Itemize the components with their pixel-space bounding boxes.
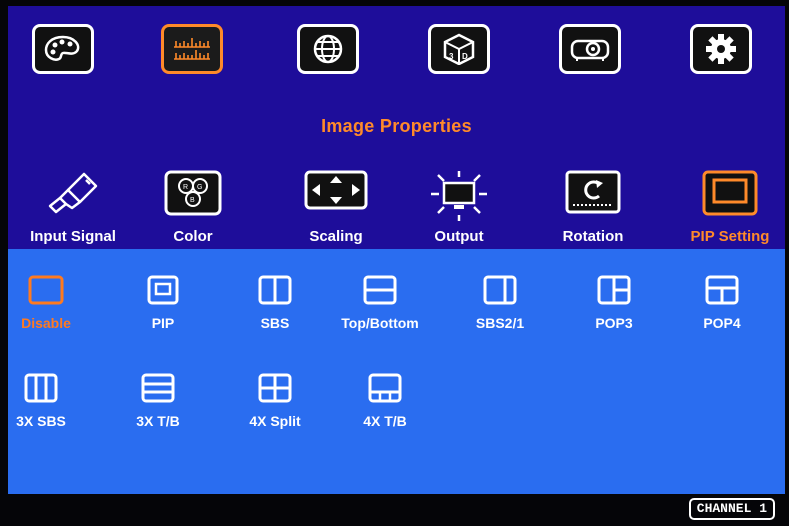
layout-disable-icon xyxy=(28,275,64,310)
layout-top-bottom-icon xyxy=(363,275,397,310)
rgb-circles-icon: R G B xyxy=(164,170,222,221)
option-pip[interactable]: PIP xyxy=(108,275,218,345)
globe-icon[interactable] xyxy=(297,24,359,74)
svg-text:G: G xyxy=(197,184,202,191)
category-scaling[interactable]: Scaling xyxy=(281,166,391,246)
option-pop4[interactable]: POP4 xyxy=(667,275,777,345)
scaling-arrows-icon xyxy=(304,170,368,215)
option-label: 4X Split xyxy=(249,413,301,429)
rotation-icon xyxy=(565,170,621,219)
option-label: Disable xyxy=(21,315,71,331)
category-label: Rotation xyxy=(562,228,624,245)
cube-3d-icon[interactable]: 3 D xyxy=(428,24,490,74)
layout-sbs-icon xyxy=(258,275,292,310)
layout-3x-sbs-icon xyxy=(24,373,58,408)
channel-indicator: CHANNEL 1 xyxy=(688,498,775,520)
layout-3x-tb-icon xyxy=(141,373,175,408)
option-disable[interactable]: Disable xyxy=(8,275,101,345)
option-label: PIP xyxy=(151,315,175,331)
option-label: POP4 xyxy=(703,315,741,331)
option-4x-tb[interactable]: 4X T/B xyxy=(330,373,440,443)
image-adjust-icon[interactable] xyxy=(161,24,223,74)
pip-options-panel: Disable PIP SBS Top/Bottom SBS2/1 POP3 P… xyxy=(8,249,785,494)
svg-text:3: 3 xyxy=(449,52,454,61)
category-input-signal[interactable]: Input Signal xyxy=(18,166,128,246)
option-3x-sbs[interactable]: 3X SBS xyxy=(8,373,96,443)
option-label: SBS2/1 xyxy=(475,315,525,331)
category-label: Scaling xyxy=(309,228,363,245)
option-label: POP3 xyxy=(595,315,633,331)
option-3x-tb[interactable]: 3X T/B xyxy=(103,373,213,443)
category-label: Input Signal xyxy=(30,228,116,245)
category-rotation[interactable]: Rotation xyxy=(538,166,648,246)
option-sbs21[interactable]: SBS2/1 xyxy=(445,275,555,345)
svg-text:B: B xyxy=(190,197,195,204)
category-label: Output xyxy=(434,228,484,245)
category-color[interactable]: R G B Color xyxy=(138,166,248,246)
svg-text:D: D xyxy=(462,52,468,61)
option-label: SBS xyxy=(260,315,290,331)
layout-pop3-icon xyxy=(597,275,631,310)
option-sbs[interactable]: SBS xyxy=(220,275,330,345)
palette-icon[interactable] xyxy=(32,24,94,74)
svg-text:R: R xyxy=(183,184,188,191)
menu-header-panel: 3 D Image Properties Input Signal R G B … xyxy=(8,6,785,249)
option-label: 3X SBS xyxy=(16,413,66,429)
category-label: PIP Setting xyxy=(690,228,770,245)
option-label: 3X T/B xyxy=(136,413,180,429)
gear-icon[interactable] xyxy=(690,24,752,74)
layout-pop4-icon xyxy=(705,275,739,310)
category-label: Color xyxy=(173,228,213,245)
option-top-bottom[interactable]: Top/Bottom xyxy=(325,275,435,345)
option-4x-split[interactable]: 4X Split xyxy=(220,373,330,443)
category-output[interactable]: Output xyxy=(404,166,514,246)
usb-cable-icon xyxy=(46,170,100,219)
pip-frame-icon xyxy=(702,170,758,221)
monitor-glow-icon xyxy=(429,170,489,227)
option-label: Top/Bottom xyxy=(341,315,419,331)
projector-icon[interactable] xyxy=(559,24,621,74)
layout-pip-icon xyxy=(147,275,179,310)
layout-4x-tb-icon xyxy=(368,373,402,408)
option-label: 4X T/B xyxy=(363,413,407,429)
option-pop3[interactable]: POP3 xyxy=(559,275,669,345)
osd-screen: 3 D Image Properties Input Signal R G B … xyxy=(8,6,785,520)
layout-sbs21-icon xyxy=(483,275,517,310)
layout-4x-split-icon xyxy=(258,373,292,408)
category-pip-setting[interactable]: PIP Setting xyxy=(675,166,785,246)
status-bar xyxy=(8,494,785,520)
section-title: Image Properties xyxy=(321,116,472,136)
